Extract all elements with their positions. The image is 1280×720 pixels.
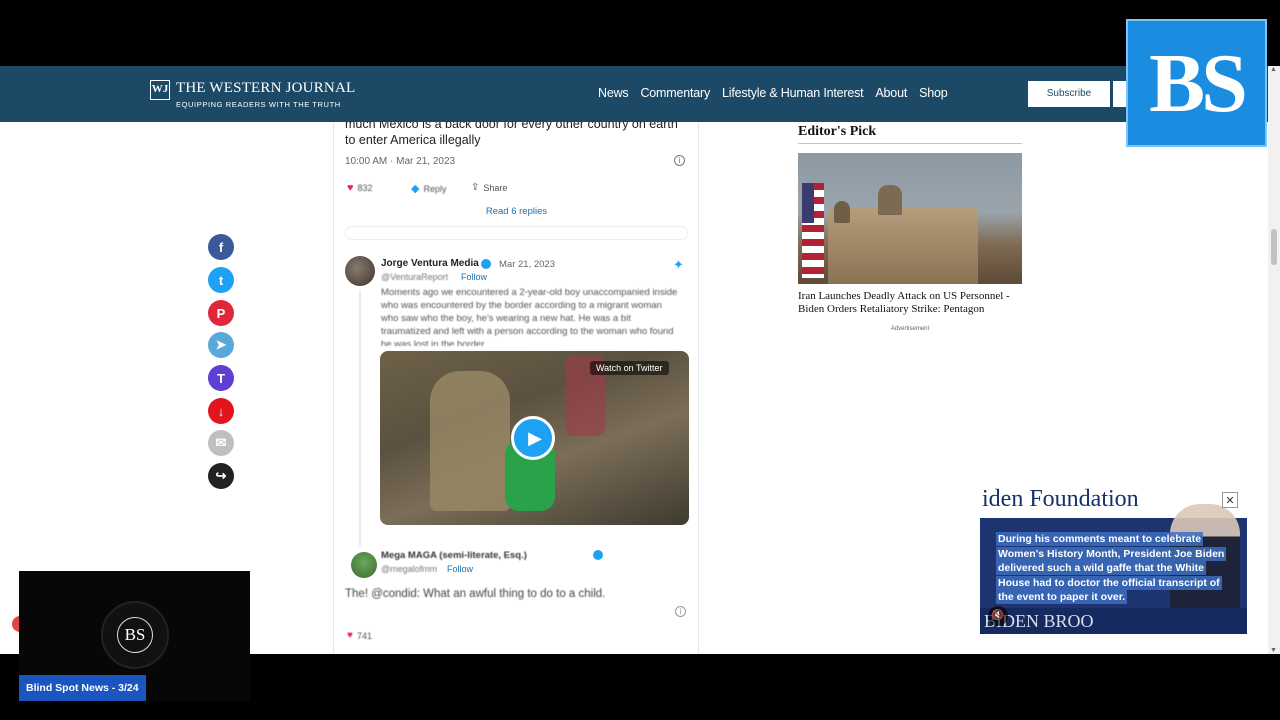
subscribe-button[interactable]: Subscribe — [1028, 81, 1110, 107]
channel-logo-text: BS — [1149, 36, 1248, 130]
soldier-graphic — [878, 185, 902, 215]
editors-pick-image[interactable] — [798, 153, 1022, 284]
video-caption-text: During his comments meant to celebrate W… — [996, 532, 1227, 604]
player-logo: BS — [101, 601, 169, 669]
nav-shop[interactable]: Shop — [919, 86, 948, 100]
editors-pick: Editor's Pick Iran Launches Deadly Attac… — [798, 124, 1022, 332]
tweet-text: much Mexico is a back door for every oth… — [345, 122, 678, 147]
watch-on-twitter[interactable]: Watch on Twitter — [590, 361, 669, 375]
soldier-graphic-2 — [834, 201, 850, 223]
info-icon[interactable]: i — [675, 606, 686, 617]
info-icon[interactable]: i — [674, 155, 685, 166]
telegram-icon[interactable]: ➤ — [208, 332, 234, 358]
site-name: THE WESTERN JOURNAL — [176, 80, 356, 96]
video-person-soldier — [430, 371, 510, 511]
floating-video-player[interactable]: iden Foundation During his comments mean… — [980, 484, 1247, 634]
share-icon[interactable]: ↪ — [208, 463, 234, 489]
tweet-text: The! @condid: What an awful thing to do … — [345, 588, 606, 600]
video-caption: During his comments meant to celebrate W… — [996, 532, 1236, 605]
scroll-thumb[interactable] — [1271, 229, 1277, 265]
like-count: 741 — [356, 630, 372, 641]
mute-icon[interactable]: 🔇 — [988, 606, 1008, 626]
tweet-author[interactable]: Jorge Ventura Media — [381, 258, 479, 269]
video-banner-text: iden Foundation — [982, 486, 1139, 512]
tweet-date: Mar 21, 2023 — [499, 259, 555, 270]
author-avatar[interactable] — [345, 256, 375, 286]
logo-mark: WJ — [150, 80, 170, 100]
editors-pick-headline[interactable]: Iran Launches Deadly Attack on US Person… — [798, 290, 1022, 316]
player-logo-text: BS — [117, 617, 153, 653]
gettr-icon[interactable]: ↓ — [208, 398, 234, 424]
follow-link[interactable]: Follow — [447, 564, 473, 574]
share-label: Share — [483, 182, 508, 193]
site-tagline: EQUIPPING READERS WITH THE TRUTH — [176, 100, 341, 109]
verified-icon — [481, 259, 491, 269]
nav-news[interactable]: News — [598, 86, 629, 100]
article-body: much Mexico is a back door for every oth… — [333, 122, 699, 654]
tank-graphic — [828, 208, 978, 284]
tweet-embed-2: Jorge Ventura Media Mar 21, 2023 ✦ @Vent… — [345, 256, 690, 546]
site-header: WJ THE WESTERN JOURNAL EQUIPPING READERS… — [0, 66, 1280, 122]
email-icon[interactable]: ✉ — [208, 430, 234, 456]
reply-action[interactable]: ◆ Reply — [411, 182, 446, 195]
screen: WJ THE WESTERN JOURNAL EQUIPPING READERS… — [0, 0, 1280, 720]
scroll-up-arrow-icon[interactable]: ▲ — [1270, 66, 1277, 73]
tweet-author[interactable]: Mega MAGA (semi-literate, Esq.) — [381, 550, 527, 561]
twitter-bird-icon[interactable]: ✦ — [673, 257, 684, 273]
player-title: Blind Spot News - 3/24 — [19, 675, 146, 701]
tweet-embed-3: Mega MAGA (semi-literate, Esq.) @megalof… — [345, 548, 690, 654]
follow-link[interactable]: Follow — [461, 272, 487, 282]
tweet-handle: @VenturaReport — [381, 272, 449, 282]
author-avatar[interactable] — [351, 552, 377, 578]
twitter-icon[interactable]: t — [208, 267, 234, 293]
thread-line — [359, 290, 361, 546]
nav-commentary[interactable]: Commentary — [640, 86, 710, 100]
video-banner-bottom: BIDEN BROO — [980, 608, 1247, 634]
close-icon[interactable]: ✕ — [1222, 492, 1238, 508]
tweet-timestamp[interactable]: 10:00 AM · Mar 21, 2023 — [345, 156, 455, 167]
main-nav: News Commentary Lifestyle & Human Intere… — [598, 86, 948, 100]
reply-icon: ◆ — [411, 183, 420, 195]
read-replies-link[interactable]: Read 6 replies — [345, 206, 688, 217]
like-action[interactable]: ♥ 741 — [347, 630, 372, 641]
tweet-handle: @megalofmm — [381, 564, 438, 574]
heart-icon: ♥ — [347, 630, 353, 641]
play-icon[interactable]: ▶ — [511, 416, 555, 460]
like-count: 832 — [357, 183, 373, 193]
heart-icon: ♥ — [347, 182, 354, 194]
editors-pick-title: Editor's Pick — [798, 124, 1022, 144]
tweet-divider — [345, 226, 688, 240]
tweet-video[interactable]: Watch on Twitter ▶ — [380, 351, 689, 525]
share-action[interactable]: ⇪ Share — [471, 182, 507, 193]
tweet-text: Moments ago we encountered a 2-year-old … — [381, 287, 678, 346]
nav-lifestyle[interactable]: Lifestyle & Human Interest — [722, 86, 864, 100]
advertisement-label: Advertisement — [890, 326, 930, 332]
nav-about[interactable]: About — [875, 86, 907, 100]
like-action[interactable]: ♥ 832 — [347, 182, 373, 194]
truth-social-icon[interactable]: T — [208, 365, 234, 391]
upload-icon: ⇪ — [471, 182, 480, 193]
facebook-icon[interactable]: f — [208, 234, 234, 260]
flag-canton — [802, 183, 814, 223]
tweet-embed-1: much Mexico is a back door for every oth… — [345, 122, 690, 242]
reply-label: Reply — [423, 183, 447, 194]
page-scrollbar[interactable]: ▲ ▼ — [1268, 66, 1280, 654]
verified-icon — [593, 550, 603, 560]
parler-icon[interactable]: P — [208, 300, 234, 326]
channel-logo: BS — [1126, 19, 1267, 147]
scroll-down-arrow-icon[interactable]: ▼ — [1270, 647, 1277, 654]
